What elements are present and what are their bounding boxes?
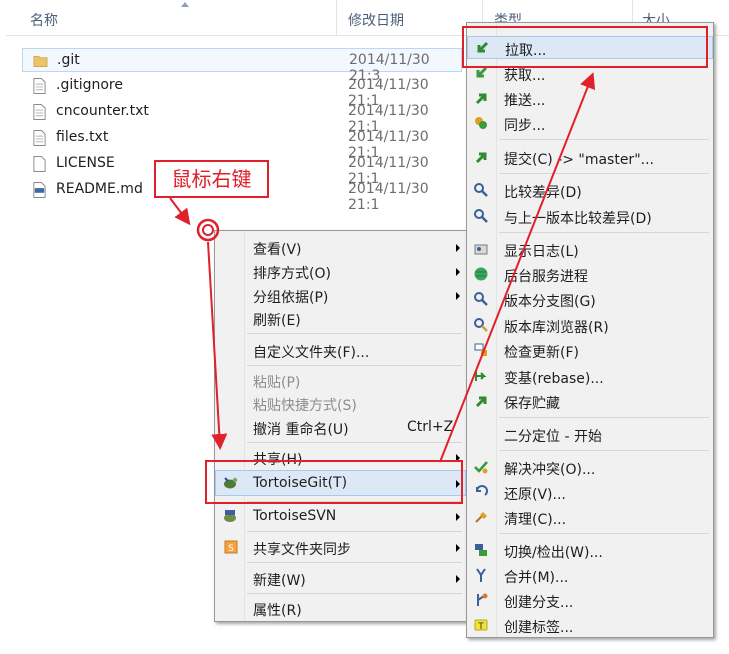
annotation-overlay — [169, 72, 596, 463]
right-click-target-icon — [196, 218, 220, 242]
annotation-arrow — [439, 72, 596, 463]
annotation-arrow — [169, 197, 191, 226]
annotation-arrow — [207, 241, 228, 450]
